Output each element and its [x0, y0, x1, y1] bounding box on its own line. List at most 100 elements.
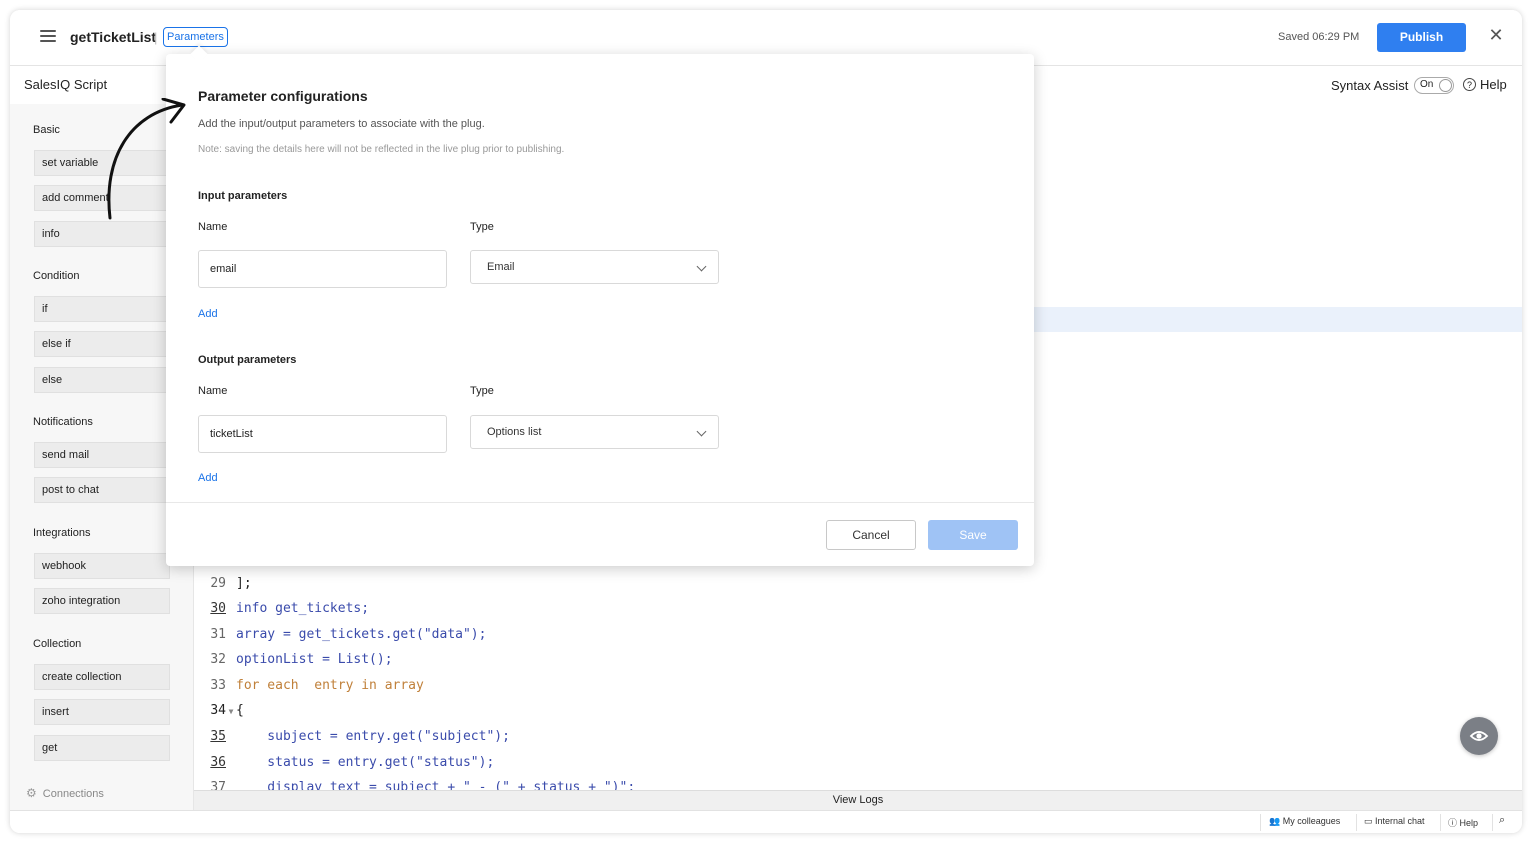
- input-name-label: Name: [198, 221, 228, 233]
- output-param-type-select[interactable]: Options list: [470, 415, 719, 449]
- code-text: subject = entry.get("subject");: [236, 729, 510, 744]
- chat-icon: ▭: [1364, 816, 1373, 826]
- snippet-webhook[interactable]: webhook: [34, 553, 170, 579]
- snippet-post-to-chat[interactable]: post to chat: [34, 477, 170, 503]
- line-number: 34: [210, 703, 226, 718]
- output-parameters-title: Output parameters: [198, 354, 297, 366]
- search-icon[interactable]: ⌕: [1499, 814, 1505, 827]
- code-text: optionList = List();: [236, 652, 393, 667]
- help-label: Help: [1480, 77, 1507, 92]
- add-output-parameter-link[interactable]: Add: [198, 472, 218, 484]
- input-param-type-select[interactable]: Email: [470, 250, 719, 284]
- input-parameters-title: Input parameters: [198, 190, 288, 202]
- code-line[interactable]: 29];: [194, 576, 252, 596]
- line-number: 33: [210, 678, 226, 693]
- my-colleagues-label: My colleagues: [1282, 816, 1341, 826]
- category-title: Basic: [33, 124, 60, 136]
- parameter-config-dialog: Parameter configurations Add the input/o…: [166, 45, 1034, 566]
- snippet-else-if[interactable]: else if: [34, 331, 170, 357]
- dialog-description: Add the input/output parameters to assoc…: [198, 118, 485, 130]
- line-number: 37: [210, 780, 226, 790]
- input-param-name-field[interactable]: email: [198, 250, 447, 288]
- selected-type: Options list: [487, 426, 542, 438]
- chevron-down-icon: [696, 426, 707, 437]
- people-icon: 👥: [1269, 816, 1281, 826]
- title-separator: |: [154, 30, 158, 45]
- internal-chat-label: Internal chat: [1375, 816, 1425, 826]
- plug-title: getTicketList: [70, 29, 157, 45]
- snippet-zoho-integration[interactable]: zoho integration: [34, 588, 170, 614]
- code-text: for each entry in array: [236, 678, 424, 693]
- hamburger-menu-icon[interactable]: [40, 30, 56, 44]
- saved-status: Saved 06:29 PM: [1278, 31, 1360, 43]
- connections-link[interactable]: ⚙ Connections: [26, 786, 104, 800]
- parameters-button[interactable]: Parameters: [163, 27, 228, 47]
- output-type-label: Type: [470, 385, 494, 397]
- gear-icon: ⚙: [26, 786, 37, 800]
- output-name-label: Name: [198, 385, 228, 397]
- code-line[interactable]: 37 display_text = subject + " - (" + sta…: [194, 780, 635, 790]
- code-text: {: [236, 703, 244, 718]
- help-link[interactable]: ? Help: [1463, 77, 1507, 92]
- dialog-footer: Cancel Save: [166, 502, 1034, 566]
- snippet-info[interactable]: info: [34, 221, 170, 247]
- snippet-set-variable[interactable]: set variable: [34, 150, 170, 176]
- status-help-label: Help: [1459, 818, 1479, 828]
- snippet-insert[interactable]: insert: [34, 699, 170, 725]
- connections-label: Connections: [42, 788, 104, 800]
- line-number: 36: [210, 755, 226, 770]
- category-title: Condition: [33, 270, 80, 282]
- internal-chat-link[interactable]: ▭ Internal chat: [1364, 816, 1425, 827]
- code-line[interactable]: 36 status = entry.get("status");: [194, 755, 494, 775]
- question-circle-icon: ?: [1463, 78, 1476, 91]
- category-title: Collection: [33, 638, 82, 650]
- fold-toggle-icon[interactable]: ▼: [226, 707, 236, 716]
- output-param-name-field[interactable]: ticketList: [198, 415, 447, 453]
- snippet-if[interactable]: if: [34, 296, 170, 322]
- snippet-else[interactable]: else: [34, 367, 170, 393]
- syntax-assist-label: Syntax Assist: [1331, 78, 1409, 93]
- chevron-down-icon: [696, 261, 707, 272]
- code-text: ];: [236, 576, 252, 591]
- add-input-parameter-link[interactable]: Add: [198, 308, 218, 320]
- toggle-knob: [1439, 79, 1452, 92]
- code-text: info get_tickets;: [236, 601, 370, 616]
- snippet-get[interactable]: get: [34, 735, 170, 761]
- preview-eye-icon[interactable]: [1460, 717, 1498, 755]
- category-title: Notifications: [33, 416, 93, 428]
- code-text: status = entry.get("status");: [236, 755, 495, 770]
- selected-type: Email: [487, 261, 515, 273]
- code-line[interactable]: 34 ▼{: [194, 703, 244, 723]
- input-type-label: Type: [470, 221, 494, 233]
- code-line[interactable]: 32 optionList = List();: [194, 652, 393, 672]
- snippet-send-mail[interactable]: send mail: [34, 442, 170, 468]
- code-text: array = get_tickets.get("data");: [236, 627, 487, 642]
- code-line[interactable]: 31 array = get_tickets.get("data");: [194, 627, 486, 647]
- code-line[interactable]: 33 for each entry in array: [194, 678, 424, 698]
- toggle-state-label: On: [1420, 79, 1434, 90]
- status-bar: 👥 My colleagues ▭ Internal chat ⓘ Help ⌕: [10, 810, 1522, 833]
- status-help-link[interactable]: ⓘ Help: [1448, 816, 1478, 829]
- syntax-assist-toggle[interactable]: On: [1414, 77, 1454, 94]
- snippet-create-collection[interactable]: create collection: [34, 664, 170, 690]
- line-number: 35: [210, 729, 226, 744]
- dialog-note: Note: saving the details here will not b…: [198, 144, 565, 155]
- dialog-title: Parameter configurations: [198, 88, 368, 104]
- line-number: 31: [210, 627, 226, 642]
- my-colleagues-link[interactable]: 👥 My colleagues: [1269, 816, 1340, 827]
- line-number: 32: [210, 652, 226, 667]
- code-line[interactable]: 30 info get_tickets;: [194, 601, 369, 621]
- line-number: 29: [210, 576, 226, 591]
- snippet-add-comment[interactable]: add comment: [34, 185, 170, 211]
- close-icon[interactable]: ✕: [1487, 26, 1505, 44]
- cancel-button[interactable]: Cancel: [826, 520, 916, 550]
- view-logs-bar[interactable]: View Logs: [194, 790, 1522, 810]
- save-button[interactable]: Save: [928, 520, 1018, 550]
- publish-button[interactable]: Publish: [1377, 23, 1466, 52]
- category-title: Integrations: [33, 527, 91, 539]
- code-text: display_text = subject + " - (" + status…: [236, 780, 636, 790]
- code-line[interactable]: 35 subject = entry.get("subject");: [194, 729, 510, 749]
- script-title: SalesIQ Script: [24, 77, 108, 92]
- line-number: 30: [210, 601, 226, 616]
- app-window: getTicketList | Parameters Saved 06:29 P…: [10, 10, 1522, 833]
